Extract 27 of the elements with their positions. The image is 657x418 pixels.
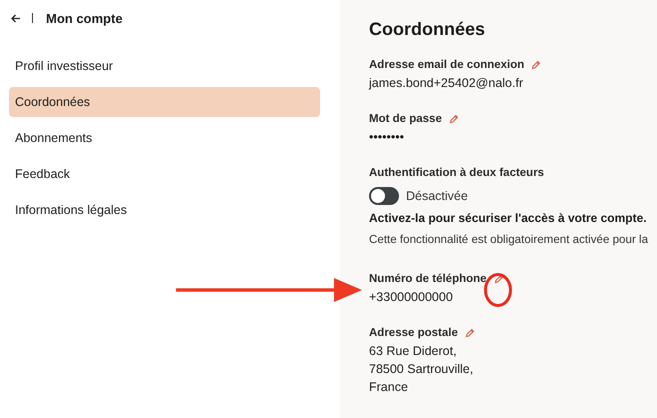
section-title: Coordonnées: [369, 19, 486, 40]
sidebar-item[interactable]: Feedback: [9, 159, 320, 189]
back-arrow-icon[interactable]: [11, 14, 21, 22]
field-label: Mot de passe: [369, 113, 442, 125]
page-title: Mon compte: [46, 10, 123, 26]
field-value: ••••••••: [369, 129, 406, 146]
field-value: 63 Rue Diderot,: [369, 343, 458, 360]
field-label: Numéro de téléphone: [369, 273, 487, 285]
sidebar-item[interactable]: Profil investisseur: [9, 51, 320, 81]
field-label: Adresse email de connexion: [369, 59, 524, 71]
field-value: 78500 Sartrouville,: [369, 361, 474, 378]
pencil-icon[interactable]: [464, 328, 475, 338]
pencil-icon[interactable]: [448, 114, 459, 124]
field-label: Authentification à deux facteurs: [369, 167, 544, 179]
toggle-switch[interactable]: [369, 187, 399, 205]
sidebar-item[interactable]: Informations légales: [9, 195, 320, 225]
toggle-note: Cette fonctionnalité est obligatoirement activée pour la: [369, 232, 650, 248]
toggle-hint: Activez-la pour sécuriser l'accès à votre compte.: [369, 210, 648, 227]
field-value: +33000000000: [369, 289, 454, 306]
field-label: Adresse postale: [369, 327, 458, 339]
toggle-state: Désactivée: [406, 189, 468, 203]
sidebar-item[interactable]: Coordonnées: [9, 87, 320, 117]
pencil-icon[interactable]: [531, 60, 542, 70]
pencil-icon[interactable]: [494, 274, 504, 284]
sidebar-item[interactable]: Abonnements: [9, 123, 320, 153]
field-value: james.bond+25402@nalo.fr: [369, 75, 524, 92]
field-value: France: [369, 379, 409, 396]
